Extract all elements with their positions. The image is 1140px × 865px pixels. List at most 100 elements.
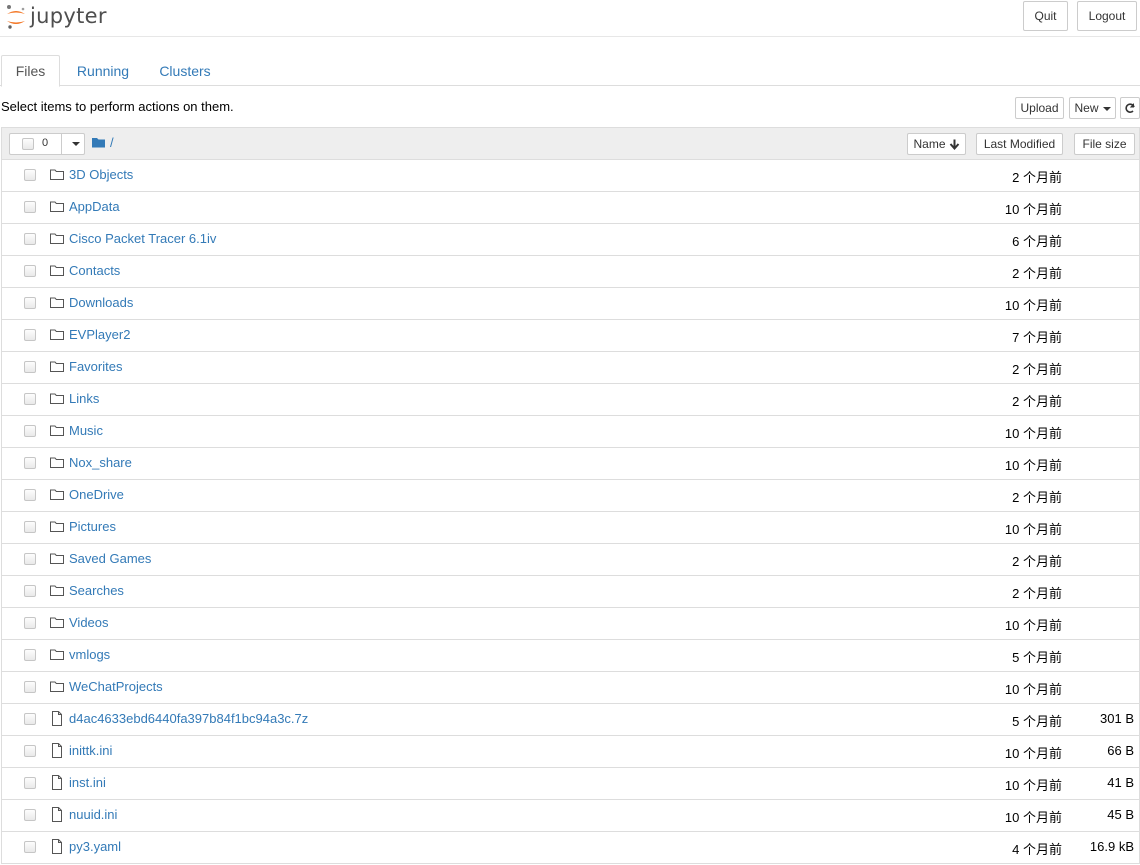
file-list-item[interactable]: d4ac4633ebd6440fa397b84f1bc94a3c.7z 5 个月前… (1, 704, 1140, 736)
item-name-link[interactable]: EVPlayer2 (69, 327, 130, 342)
item-checkbox[interactable] (24, 553, 36, 565)
tab-clusters[interactable]: Clusters (148, 55, 222, 86)
upload-button[interactable]: Upload (1015, 97, 1064, 119)
item-name-link[interactable]: d4ac4633ebd6440fa397b84f1bc94a3c.7z (69, 711, 308, 726)
item-last-modified: 6 个月前 (1012, 234, 1062, 249)
folder-icon (50, 425, 64, 436)
file-list-item[interactable]: AppData 10 个月前 (1, 192, 1140, 224)
logo-text: jupyter (30, 4, 107, 28)
item-checkbox[interactable] (24, 201, 36, 213)
file-list-item[interactable]: WeChatProjects 10 个月前 (1, 672, 1140, 704)
item-checkbox[interactable] (24, 297, 36, 309)
item-checkbox[interactable] (24, 457, 36, 469)
item-checkbox[interactable] (24, 745, 36, 757)
item-name-link[interactable]: Links (69, 391, 99, 406)
file-list-item[interactable]: py3.yaml 4 个月前 16.9 kB (1, 832, 1140, 864)
sort-by-size-button[interactable]: File size (1074, 133, 1135, 155)
item-checkbox[interactable] (24, 585, 36, 597)
file-icon (52, 775, 62, 790)
jupyter-logo-icon (7, 5, 25, 29)
logout-button[interactable]: Logout (1077, 1, 1137, 31)
item-file-size: 16.9 kB (1089, 839, 1134, 854)
tab-running[interactable]: Running (66, 55, 140, 86)
breadcrumb[interactable]: / (92, 135, 114, 150)
sort-by-modified-button[interactable]: Last Modified (976, 133, 1063, 155)
item-name-link[interactable]: WeChatProjects (69, 679, 163, 694)
file-list-item[interactable]: inst.ini 10 个月前 41 B (1, 768, 1140, 800)
file-list-item[interactable]: Videos 10 个月前 (1, 608, 1140, 640)
folder-icon (50, 265, 64, 276)
item-checkbox[interactable] (24, 329, 36, 341)
item-checkbox[interactable] (24, 169, 36, 181)
toolbar-hint: Select items to perform actions on them. (1, 99, 234, 114)
item-last-modified: 5 个月前 (1012, 650, 1062, 665)
tab-files[interactable]: Files (1, 55, 60, 87)
item-name-link[interactable]: Favorites (69, 359, 122, 374)
item-checkbox[interactable] (24, 361, 36, 373)
file-list-item[interactable]: Downloads 10 个月前 (1, 288, 1140, 320)
file-list-item[interactable]: Links 2 个月前 (1, 384, 1140, 416)
file-list-item[interactable]: Cisco Packet Tracer 6.1iv 6 个月前 (1, 224, 1140, 256)
folder-icon (50, 361, 64, 372)
file-list-item[interactable]: Saved Games 2 个月前 (1, 544, 1140, 576)
item-checkbox[interactable] (24, 841, 36, 853)
item-name-link[interactable]: inst.ini (69, 775, 106, 790)
file-list-item[interactable]: OneDrive 2 个月前 (1, 480, 1140, 512)
item-name-link[interactable]: Pictures (69, 519, 116, 534)
item-name-link[interactable]: OneDrive (69, 487, 124, 502)
item-name-link[interactable]: Saved Games (69, 551, 151, 566)
item-name-link[interactable]: Music (69, 423, 103, 438)
item-checkbox[interactable] (24, 265, 36, 277)
item-checkbox[interactable] (24, 713, 36, 725)
item-name-link[interactable]: nuuid.ini (69, 807, 117, 822)
refresh-button[interactable] (1120, 97, 1140, 119)
file-list-item[interactable]: Pictures 10 个月前 (1, 512, 1140, 544)
new-dropdown-button[interactable]: New (1069, 97, 1116, 119)
item-name-link[interactable]: Downloads (69, 295, 133, 310)
item-checkbox[interactable] (24, 521, 36, 533)
item-name-link[interactable]: Searches (69, 583, 124, 598)
selected-count: 0 (42, 137, 49, 149)
item-name-link[interactable]: Contacts (69, 263, 120, 278)
quit-button[interactable]: Quit (1023, 1, 1068, 31)
item-name-link[interactable]: Nox_share (69, 455, 132, 470)
item-checkbox[interactable] (24, 233, 36, 245)
caret-down-icon[interactable] (72, 142, 80, 146)
item-checkbox[interactable] (24, 425, 36, 437)
file-list-item[interactable]: EVPlayer2 7 个月前 (1, 320, 1140, 352)
file-list-item[interactable]: nuuid.ini 10 个月前 45 B (1, 800, 1140, 832)
file-list-item[interactable]: Searches 2 个月前 (1, 576, 1140, 608)
file-list-item[interactable]: Nox_share 10 个月前 (1, 448, 1140, 480)
item-name-link[interactable]: AppData (69, 199, 120, 214)
select-all-checkbox[interactable] (22, 138, 34, 150)
select-dropdown[interactable]: 0 (9, 133, 85, 155)
file-list-item[interactable]: 3D Objects 2 个月前 (1, 160, 1140, 192)
arrow-down-icon (949, 139, 959, 150)
item-name-link[interactable]: inittk.ini (69, 743, 112, 758)
jupyter-logo[interactable]: jupyter (5, 2, 107, 32)
file-list-item[interactable]: inittk.ini 10 个月前 66 B (1, 736, 1140, 768)
item-name-link[interactable]: py3.yaml (69, 839, 121, 854)
item-name-link[interactable]: vmlogs (69, 647, 110, 662)
item-last-modified: 10 个月前 (1004, 522, 1062, 537)
item-checkbox[interactable] (24, 681, 36, 693)
item-name-link[interactable]: 3D Objects (69, 167, 133, 182)
item-last-modified: 2 个月前 (1012, 554, 1062, 569)
item-checkbox[interactable] (24, 393, 36, 405)
item-checkbox[interactable] (24, 649, 36, 661)
item-checkbox[interactable] (24, 617, 36, 629)
file-list-item[interactable]: Favorites 2 个月前 (1, 352, 1140, 384)
folder-icon (50, 233, 64, 244)
item-checkbox[interactable] (24, 777, 36, 789)
item-name-link[interactable]: Videos (69, 615, 109, 630)
folder-icon (50, 489, 64, 500)
sort-by-name-button[interactable]: Name (907, 133, 966, 155)
file-list-item[interactable]: vmlogs 5 个月前 (1, 640, 1140, 672)
item-name-link[interactable]: Cisco Packet Tracer 6.1iv (69, 231, 216, 246)
file-list-item[interactable]: Contacts 2 个月前 (1, 256, 1140, 288)
breadcrumb-path[interactable]: / (110, 135, 114, 150)
folder-icon (50, 585, 64, 596)
item-checkbox[interactable] (24, 809, 36, 821)
item-checkbox[interactable] (24, 489, 36, 501)
file-list-item[interactable]: Music 10 个月前 (1, 416, 1140, 448)
